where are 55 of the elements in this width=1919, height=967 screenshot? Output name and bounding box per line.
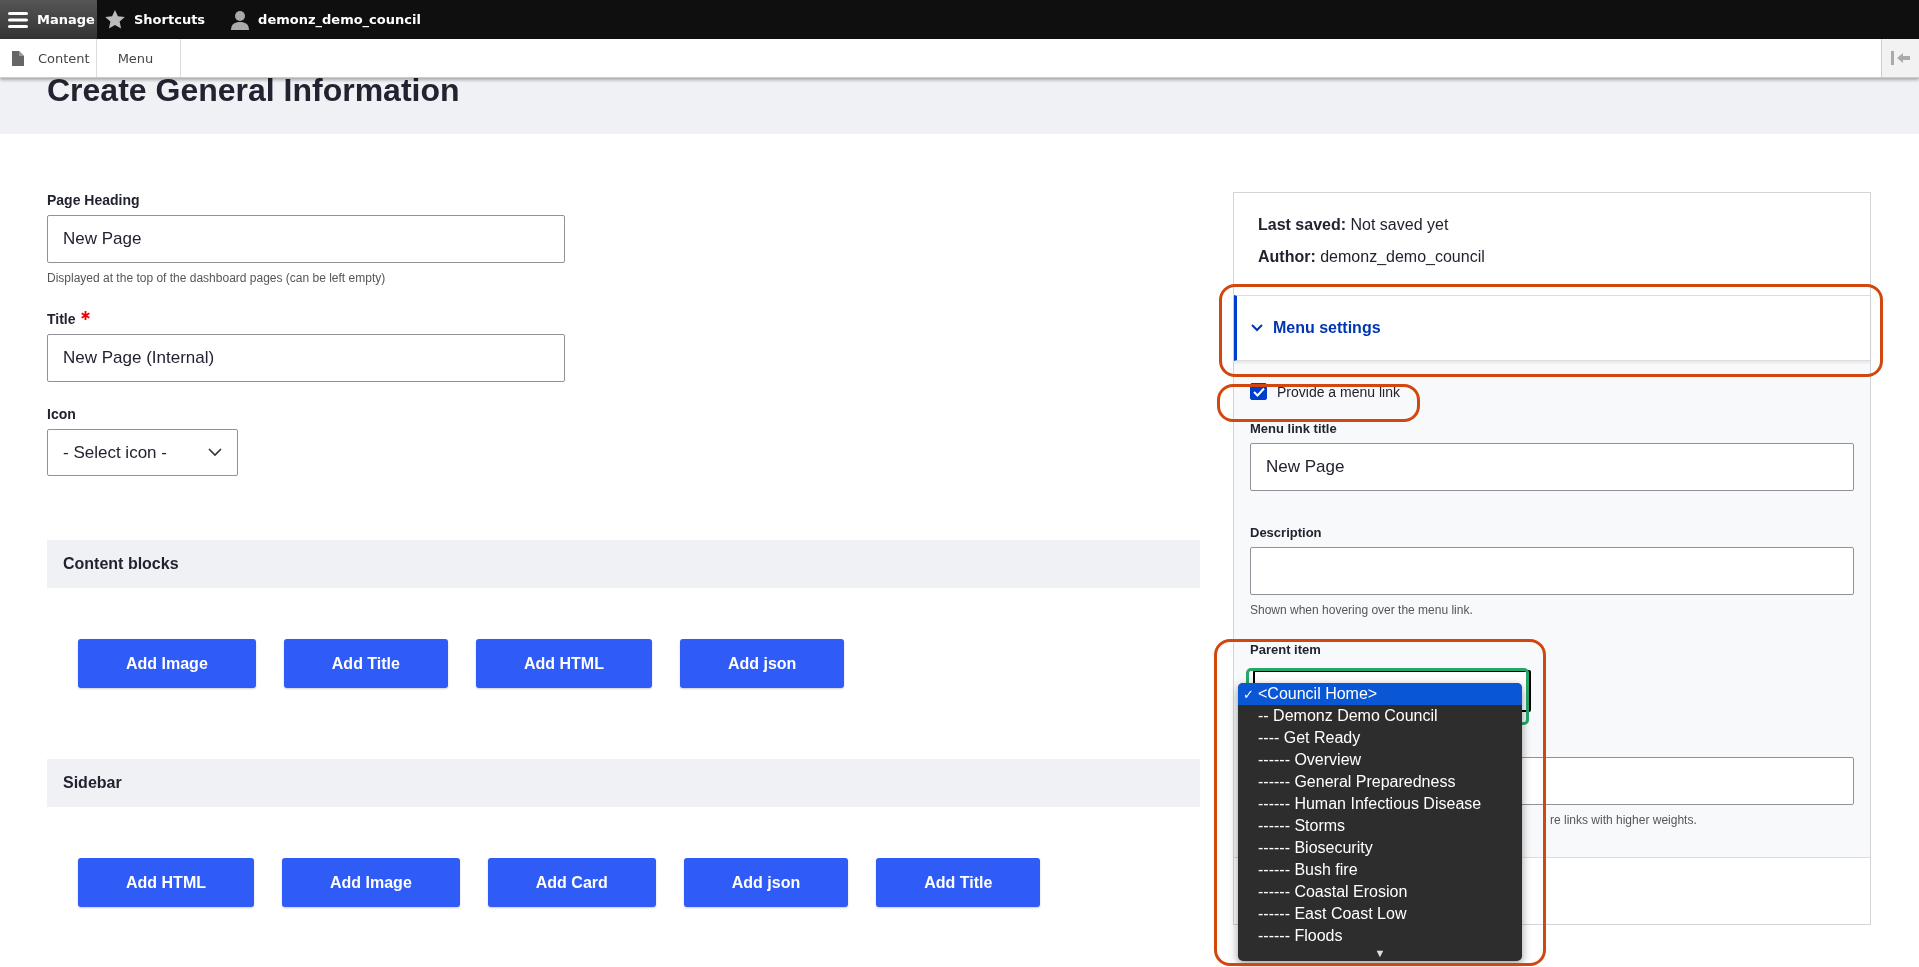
menu-link-checkbox[interactable]: Provide a menu link [1250, 383, 1854, 400]
section-title: Sidebar [63, 774, 122, 792]
checkmark-icon [1252, 386, 1265, 397]
dropdown-option[interactable]: ------ Coastal Erosion [1238, 881, 1522, 903]
tray-tab[interactable]: Content [0, 39, 97, 77]
dropdown-option[interactable]: ------ Bush fire [1238, 859, 1522, 881]
field-label: Description [1250, 525, 1323, 540]
page-heading-field[interactable]: New Page [47, 215, 565, 263]
add-button[interactable]: Add HTML [475, 639, 652, 688]
field-hint: re links with higher weights. [1550, 813, 1697, 827]
toolbar-item[interactable]: Shortcuts [97, 0, 219, 39]
user-icon [231, 9, 250, 30]
chevron-down-icon [208, 448, 222, 457]
field-hint: Shown when hovering over the menu link. [1250, 603, 1474, 617]
add-button[interactable]: Add Title [876, 858, 1041, 907]
field-label: Icon [47, 406, 76, 422]
dropdown-option[interactable]: ------ General Preparedness [1238, 771, 1522, 793]
field-label: Menu link title [1250, 421, 1338, 436]
description-field[interactable] [1250, 547, 1854, 595]
scroll-arrow[interactable]: ▼ [1238, 947, 1522, 961]
dropdown-option[interactable]: ------ Overview [1238, 749, 1522, 771]
star-icon [105, 10, 125, 29]
dropdown-option[interactable]: -- Demonz Demo Council [1238, 705, 1522, 727]
dropdown-option[interactable]: ------ East Coast Low [1238, 903, 1522, 925]
dropdown-option[interactable]: ------ Storms [1238, 815, 1522, 837]
field-label: Title [47, 311, 76, 327]
menu-settings-toggle[interactable]: Menu settings [1234, 295, 1870, 361]
field-label: Parent item [1250, 642, 1321, 657]
add-button[interactable]: Add Image [282, 858, 460, 907]
dropdown-option[interactable]: ---- Get Ready [1238, 727, 1522, 749]
menu-icon [8, 11, 28, 28]
menu-link-title-field[interactable]: New Page [1250, 443, 1854, 491]
add-button[interactable]: Add Title [283, 639, 448, 688]
title-field[interactable]: New Page (Internal) [47, 334, 565, 382]
add-button[interactable]: Add json [683, 858, 849, 907]
dropdown-option[interactable]: ------ Human Infectious Disease [1238, 793, 1522, 815]
collapse-icon [1890, 50, 1911, 66]
last-saved-text: Last saved: Not saved yet [1258, 215, 1450, 235]
dropdown-option[interactable]: ------ Floods [1238, 925, 1522, 947]
dropdown-option[interactable]: ------ Biosecurity [1238, 837, 1522, 859]
add-button[interactable]: Add Image [78, 639, 256, 688]
section-title: Content blocks [63, 555, 179, 573]
add-button[interactable]: Add HTML [78, 858, 254, 907]
tray-tab[interactable]: Menu [97, 39, 181, 77]
add-button[interactable]: Add Card [487, 858, 656, 907]
document-icon [12, 50, 24, 66]
add-button[interactable]: Add json [679, 639, 845, 688]
dropdown-option[interactable]: ✓ <Council Home> [1238, 683, 1522, 705]
toolbar-item[interactable]: Manage [0, 0, 97, 39]
check-mark: ✓ [1242, 686, 1254, 702]
field-hint: Displayed at the top of the dashboard pages (can be left empty) [47, 271, 386, 285]
toolbar-item[interactable]: demonz_demo_council [223, 0, 434, 39]
icon-select[interactable]: - Select icon - [47, 429, 238, 476]
field-label: Page Heading [47, 192, 140, 208]
author-text: Author: demonz_demo_council [1258, 247, 1486, 267]
